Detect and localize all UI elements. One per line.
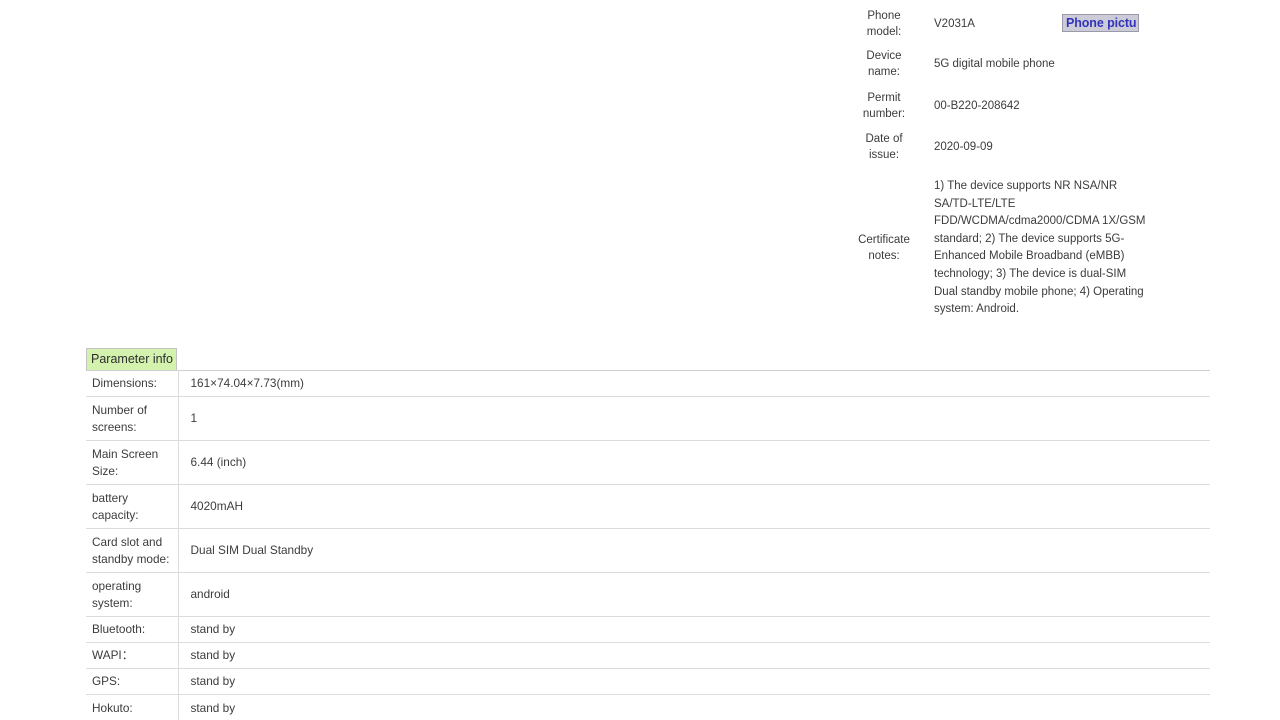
table-row: Number of screens: 1 xyxy=(86,396,1210,441)
parameter-key: WAPI： xyxy=(86,642,179,669)
phone-picture-link-container[interactable]: Phone pictu xyxy=(1062,14,1144,32)
parameter-key: Dimensions: xyxy=(86,370,179,397)
field-label-permit-number: Permit number: xyxy=(862,92,906,120)
parameter-value: stand by xyxy=(190,622,236,637)
certificate-field-certificate-notes: Certificate notes: 1) The device support… xyxy=(852,170,1152,319)
parameter-value: stand by xyxy=(190,674,236,689)
parameter-key: Hokuto: xyxy=(86,694,179,720)
parameter-value: 4020mAH xyxy=(190,499,243,514)
parameter-value: 6.44 (inch) xyxy=(190,455,247,470)
certificate-field-device-name: Device name: 5G digital mobile phone xyxy=(852,44,1152,86)
table-row: Dimensions: 161×74.04×7.73(mm) xyxy=(86,370,1210,397)
field-label-device-name: Device name: xyxy=(866,50,902,78)
field-value-permit-number: 00-B220-208642 xyxy=(934,100,1020,112)
parameter-info-header: Parameter info xyxy=(86,348,177,370)
parameter-key: battery capacity: xyxy=(86,484,179,529)
table-row: Card slot and standby mode: Dual SIM Dual… xyxy=(86,528,1210,573)
table-row: operating system: android xyxy=(86,572,1210,617)
parameter-table-body: Dimensions: 161×74.04×7.73(mm) Number of s… xyxy=(86,370,1210,720)
table-row: GPS: stand by xyxy=(86,668,1210,695)
field-label-certificate-notes: Certificate notes: xyxy=(858,234,910,263)
parameter-key: Number of screens: xyxy=(86,396,179,441)
parameter-value: stand by xyxy=(190,700,236,715)
parameter-key: Main Screen Size: xyxy=(86,440,179,485)
table-row: WAPI： stand by xyxy=(86,642,1210,669)
field-value-date-of-issue: 2020-09-09 xyxy=(934,141,993,153)
parameter-key: GPS: xyxy=(86,668,179,695)
table-row: Bluetooth: stand by xyxy=(86,616,1210,643)
table-row: Main Screen Size: 6.44 (inch) xyxy=(86,440,1210,485)
parameter-rows-table: Dimensions: 161×74.04×7.73(mm) Number of s… xyxy=(86,370,1210,720)
parameter-key: operating system: xyxy=(86,572,179,617)
parameter-value: 161×74.04×7.73(mm) xyxy=(190,376,304,391)
parameter-key: Bluetooth: xyxy=(86,616,179,643)
phone-picture-link[interactable]: Phone pictu xyxy=(1062,14,1140,32)
table-row: battery capacity: 4020mAH xyxy=(86,484,1210,529)
certificate-field-date-of-issue: Date of issue: 2020-09-09 xyxy=(852,128,1152,170)
parameter-value: 1 xyxy=(190,411,198,426)
field-label-phone-model: Phone model: xyxy=(866,10,902,38)
document-page: Phone model: V2031A Device name: 5G digi… xyxy=(0,0,1280,720)
certificate-field-permit-number: Permit number: 00-B220-208642 xyxy=(852,86,1152,128)
field-value-certificate-notes: 1) The device supports NR NSA/NR SA/TD-L… xyxy=(934,180,1146,316)
parameter-key: Card slot and standby mode: xyxy=(86,528,179,573)
table-row: Hokuto: stand by xyxy=(86,694,1210,720)
field-value-device-name: 5G digital mobile phone xyxy=(934,58,1055,70)
field-label-date-of-issue: Date of issue: xyxy=(865,133,903,161)
parameter-value: stand by xyxy=(190,648,236,663)
parameter-value: Dual SIM Dual Standby xyxy=(190,543,314,558)
parameter-info-table: Parameter info Dimensions: 161×74.04×7.73… xyxy=(86,348,1210,720)
certificate-info-block: Phone model: V2031A Device name: 5G digi… xyxy=(852,0,1152,319)
parameter-value: android xyxy=(190,587,230,602)
